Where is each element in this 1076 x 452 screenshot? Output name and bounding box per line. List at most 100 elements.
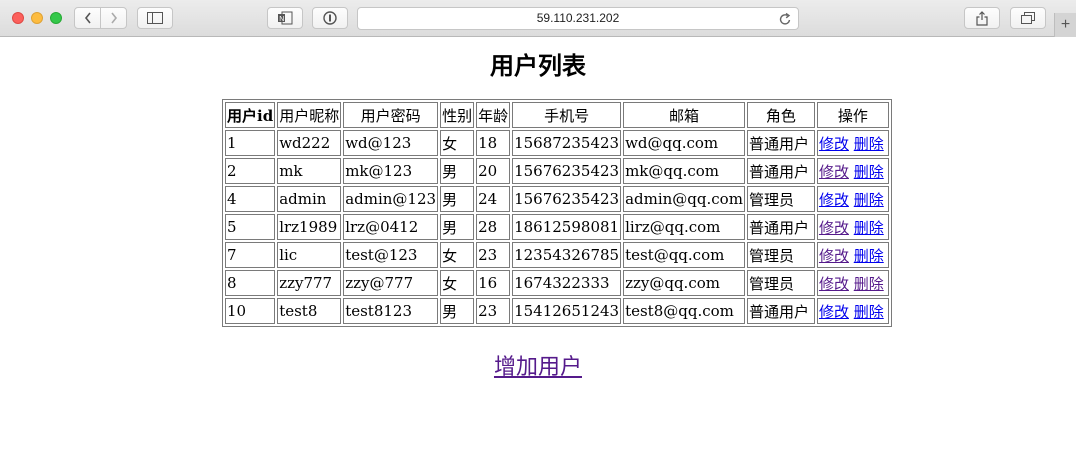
column-header-actions: 操作 [816, 102, 889, 128]
cell-actions: 修改 删除 [816, 270, 889, 296]
cell-nickname: lrz1989 [277, 214, 342, 240]
new-tab-button[interactable]: + [1054, 13, 1076, 37]
column-header-nickname: 用户昵称 [277, 102, 342, 128]
delete-link[interactable]: 删除 [854, 191, 884, 209]
cell-email: mk@qq.com [623, 158, 745, 184]
edit-link[interactable]: 修改 [819, 275, 849, 293]
cell-actions: 修改 删除 [816, 214, 889, 240]
onenote-icon: N [278, 11, 293, 25]
cell-role: 普通用户 [746, 214, 815, 240]
delete-link[interactable]: 删除 [854, 247, 884, 265]
cell-gender: 女 [440, 270, 475, 296]
onenote-extension-button[interactable]: N [267, 7, 303, 29]
edit-link[interactable]: 修改 [819, 191, 849, 209]
reload-button[interactable] [779, 11, 792, 30]
table-row: 1 wd222 wd@123 女 18 15687235423 wd@qq.com 普通用户修… [225, 130, 889, 156]
edit-link[interactable]: 修改 [819, 135, 849, 153]
cell-age: 23 [476, 242, 511, 268]
cell-nickname: admin [277, 186, 342, 212]
table-row: 4 admin admin@123 男 24 15676235423 admin@qq.co… [225, 186, 889, 212]
window-close-button[interactable] [12, 12, 24, 24]
add-user-container: 增加用户 [0, 349, 1076, 381]
cell-phone: 15676235423 [512, 158, 622, 184]
cell-phone: 1674322333 [512, 270, 622, 296]
back-button[interactable] [75, 8, 100, 28]
cell-email: test8@qq.com [623, 298, 745, 324]
cell-gender: 男 [440, 298, 475, 324]
cell-actions: 修改 删除 [816, 298, 889, 324]
reload-icon [779, 12, 791, 25]
window-minimize-button[interactable] [31, 12, 43, 24]
cell-phone: 15687235423 [512, 130, 622, 156]
cell-id: 10 [225, 298, 276, 324]
window-zoom-button[interactable] [50, 12, 62, 24]
chevron-right-icon [110, 12, 117, 24]
cell-role: 管理员 [746, 270, 815, 296]
cell-password: mk@123 [343, 158, 439, 184]
edit-link[interactable]: 修改 [819, 247, 849, 265]
edit-link[interactable]: 修改 [819, 163, 849, 181]
svg-text:N: N [279, 16, 284, 23]
table-row: 7 lic test@123 女 23 12354326785 test@qq.com 管理员… [225, 242, 889, 268]
cell-email: test@qq.com [623, 242, 745, 268]
browser-toolbar: N 59.110.231.202 + [0, 0, 1076, 37]
cell-gender: 男 [440, 158, 475, 184]
delete-link[interactable]: 删除 [854, 219, 884, 237]
sidebar-button[interactable] [137, 7, 173, 29]
delete-link[interactable]: 删除 [854, 163, 884, 181]
table-row: 5 lrz1989 lrz@0412 男 28 18612598081 lirz@qq.co… [225, 214, 889, 240]
cell-phone: 15412651243 [512, 298, 622, 324]
cell-id: 7 [225, 242, 276, 268]
cell-gender: 女 [440, 130, 475, 156]
cell-role: 管理员 [746, 186, 815, 212]
address-bar[interactable]: 59.110.231.202 [357, 7, 799, 30]
table-row: 2 mk mk@123 男 20 15676235423 mk@qq.com 普通用户 修改 删… [225, 158, 889, 184]
cell-id: 1 [225, 130, 276, 156]
cell-email: wd@qq.com [623, 130, 745, 156]
tab-overview-button[interactable] [1010, 7, 1046, 29]
cell-password: wd@123 [343, 130, 439, 156]
cell-role: 普通用户 [746, 158, 815, 184]
share-icon [976, 10, 988, 26]
edit-link[interactable]: 修改 [819, 219, 849, 237]
column-header-gender: 性别 [440, 102, 475, 128]
cell-nickname: wd222 [277, 130, 342, 156]
cell-actions: 修改 删除 [816, 242, 889, 268]
table-row: 10 test8 test8123 男 23 15412651243 test8@qq.co… [225, 298, 889, 324]
cell-password: zzy@777 [343, 270, 439, 296]
cell-nickname: lic [277, 242, 342, 268]
cell-age: 28 [476, 214, 511, 240]
column-header-email: 邮箱 [623, 102, 745, 128]
cell-role: 普通用户 [746, 130, 815, 156]
cell-phone: 12354326785 [512, 242, 622, 268]
cell-age: 16 [476, 270, 511, 296]
add-user-link[interactable]: 增加用户 [494, 355, 582, 380]
cell-phone: 18612598081 [512, 214, 622, 240]
cell-age: 23 [476, 298, 511, 324]
cell-actions: 修改 删除 [816, 186, 889, 212]
cell-password: lrz@0412 [343, 214, 439, 240]
cell-gender: 女 [440, 242, 475, 268]
plus-icon: + [1060, 16, 1071, 33]
cell-id: 4 [225, 186, 276, 212]
cell-id: 8 [225, 270, 276, 296]
delete-link[interactable]: 删除 [854, 135, 884, 153]
share-button[interactable] [964, 7, 1000, 29]
cell-nickname: mk [277, 158, 342, 184]
edit-link[interactable]: 修改 [819, 303, 849, 321]
table-header-row: 用户id 用户昵称 用户密码 性别 年龄 手机号 邮箱 角色 操作 [225, 102, 889, 128]
password-extension-button[interactable] [312, 7, 348, 29]
delete-link[interactable]: 删除 [854, 275, 884, 293]
delete-link[interactable]: 删除 [854, 303, 884, 321]
column-header-role: 角色 [746, 102, 815, 128]
cell-age: 18 [476, 130, 511, 156]
forward-button[interactable] [100, 8, 126, 28]
cell-role: 管理员 [746, 242, 815, 268]
cell-id: 2 [225, 158, 276, 184]
cell-role: 普通用户 [746, 298, 815, 324]
user-table: 用户id 用户昵称 用户密码 性别 年龄 手机号 邮箱 角色 操作 1 wd222… [222, 99, 892, 327]
chevron-left-icon [84, 12, 91, 24]
cell-email: admin@qq.com [623, 186, 745, 212]
cell-phone: 15676235423 [512, 186, 622, 212]
cell-gender: 男 [440, 214, 475, 240]
